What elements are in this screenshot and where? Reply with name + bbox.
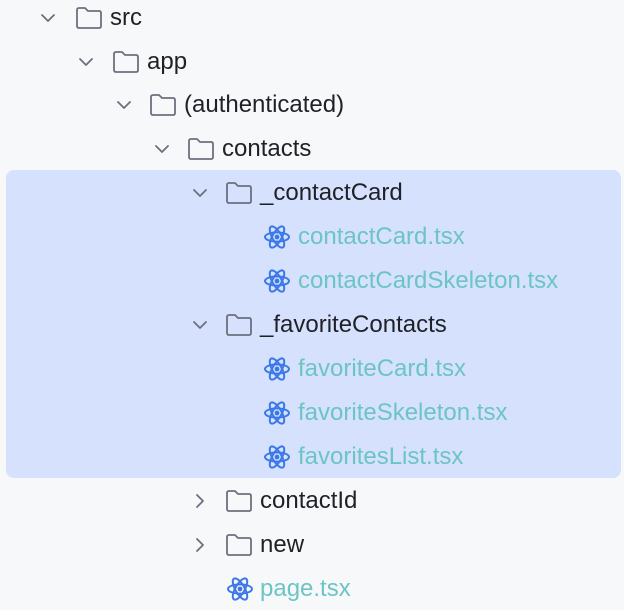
react-icon bbox=[263, 355, 291, 383]
tree-item-label: favoriteSkeleton.tsx bbox=[298, 399, 508, 426]
tree-item-contacts[interactable]: contacts bbox=[0, 127, 624, 171]
folder-icon bbox=[186, 136, 216, 162]
folder-icon bbox=[224, 312, 254, 338]
tree-item-label: contactCardSkeleton.tsx bbox=[298, 267, 559, 294]
folder-icon bbox=[224, 532, 254, 558]
folder-icon bbox=[74, 5, 104, 31]
react-icon bbox=[263, 267, 291, 295]
chevron-down-icon[interactable] bbox=[38, 8, 58, 28]
tree-item-label: page.tsx bbox=[260, 575, 351, 602]
react-icon bbox=[263, 223, 291, 251]
tree-item-label: new bbox=[260, 531, 305, 558]
chevron-right-icon[interactable] bbox=[190, 535, 210, 555]
tree-item-contact-id-folder[interactable]: contactId bbox=[0, 479, 624, 523]
project-file-tree: src app (authenticated) contacts _contac… bbox=[0, 0, 624, 610]
folder-icon bbox=[148, 92, 178, 118]
tree-item-favorite-contacts-folder[interactable]: _favoriteContacts bbox=[0, 303, 624, 347]
chevron-down-icon[interactable] bbox=[190, 183, 210, 203]
tree-item-label: favoritesList.tsx bbox=[298, 443, 464, 470]
tree-item-contact-card-skeleton-tsx[interactable]: contactCardSkeleton.tsx bbox=[0, 259, 624, 303]
tree-item-label: favoriteCard.tsx bbox=[298, 355, 467, 382]
tree-item-label: app bbox=[147, 48, 188, 75]
tree-item-src[interactable]: src bbox=[0, 0, 624, 40]
tree-item-label: _contactCard bbox=[260, 179, 403, 206]
tree-item-new-folder[interactable]: new bbox=[0, 523, 624, 567]
tree-item-contact-card-folder[interactable]: _contactCard bbox=[0, 171, 624, 215]
tree-item-app[interactable]: app bbox=[0, 40, 624, 84]
tree-item-favorites-list-tsx[interactable]: favoritesList.tsx bbox=[0, 435, 624, 479]
chevron-down-icon[interactable] bbox=[76, 52, 96, 72]
folder-icon bbox=[224, 488, 254, 514]
tree-item-page-tsx[interactable]: page.tsx bbox=[0, 567, 624, 610]
react-icon bbox=[263, 399, 291, 427]
react-icon bbox=[263, 443, 291, 471]
chevron-right-icon[interactable] bbox=[190, 491, 210, 511]
tree-item-label: src bbox=[110, 4, 142, 31]
tree-item-favorite-card-tsx[interactable]: favoriteCard.tsx bbox=[0, 347, 624, 391]
react-icon bbox=[226, 575, 254, 603]
chevron-down-icon[interactable] bbox=[190, 315, 210, 335]
folder-icon bbox=[111, 49, 141, 75]
folder-icon bbox=[224, 180, 254, 206]
tree-item-contact-card-tsx[interactable]: contactCard.tsx bbox=[0, 215, 624, 259]
tree-item-authenticated[interactable]: (authenticated) bbox=[0, 83, 624, 127]
chevron-down-icon[interactable] bbox=[114, 95, 134, 115]
chevron-down-icon[interactable] bbox=[152, 139, 172, 159]
tree-item-label: contactCard.tsx bbox=[298, 223, 465, 250]
tree-item-label: contactId bbox=[260, 487, 358, 514]
tree-item-favorite-skeleton-tsx[interactable]: favoriteSkeleton.tsx bbox=[0, 391, 624, 435]
tree-item-label: _favoriteContacts bbox=[260, 311, 447, 338]
tree-item-label: (authenticated) bbox=[184, 91, 345, 118]
tree-item-label: contacts bbox=[222, 135, 312, 162]
